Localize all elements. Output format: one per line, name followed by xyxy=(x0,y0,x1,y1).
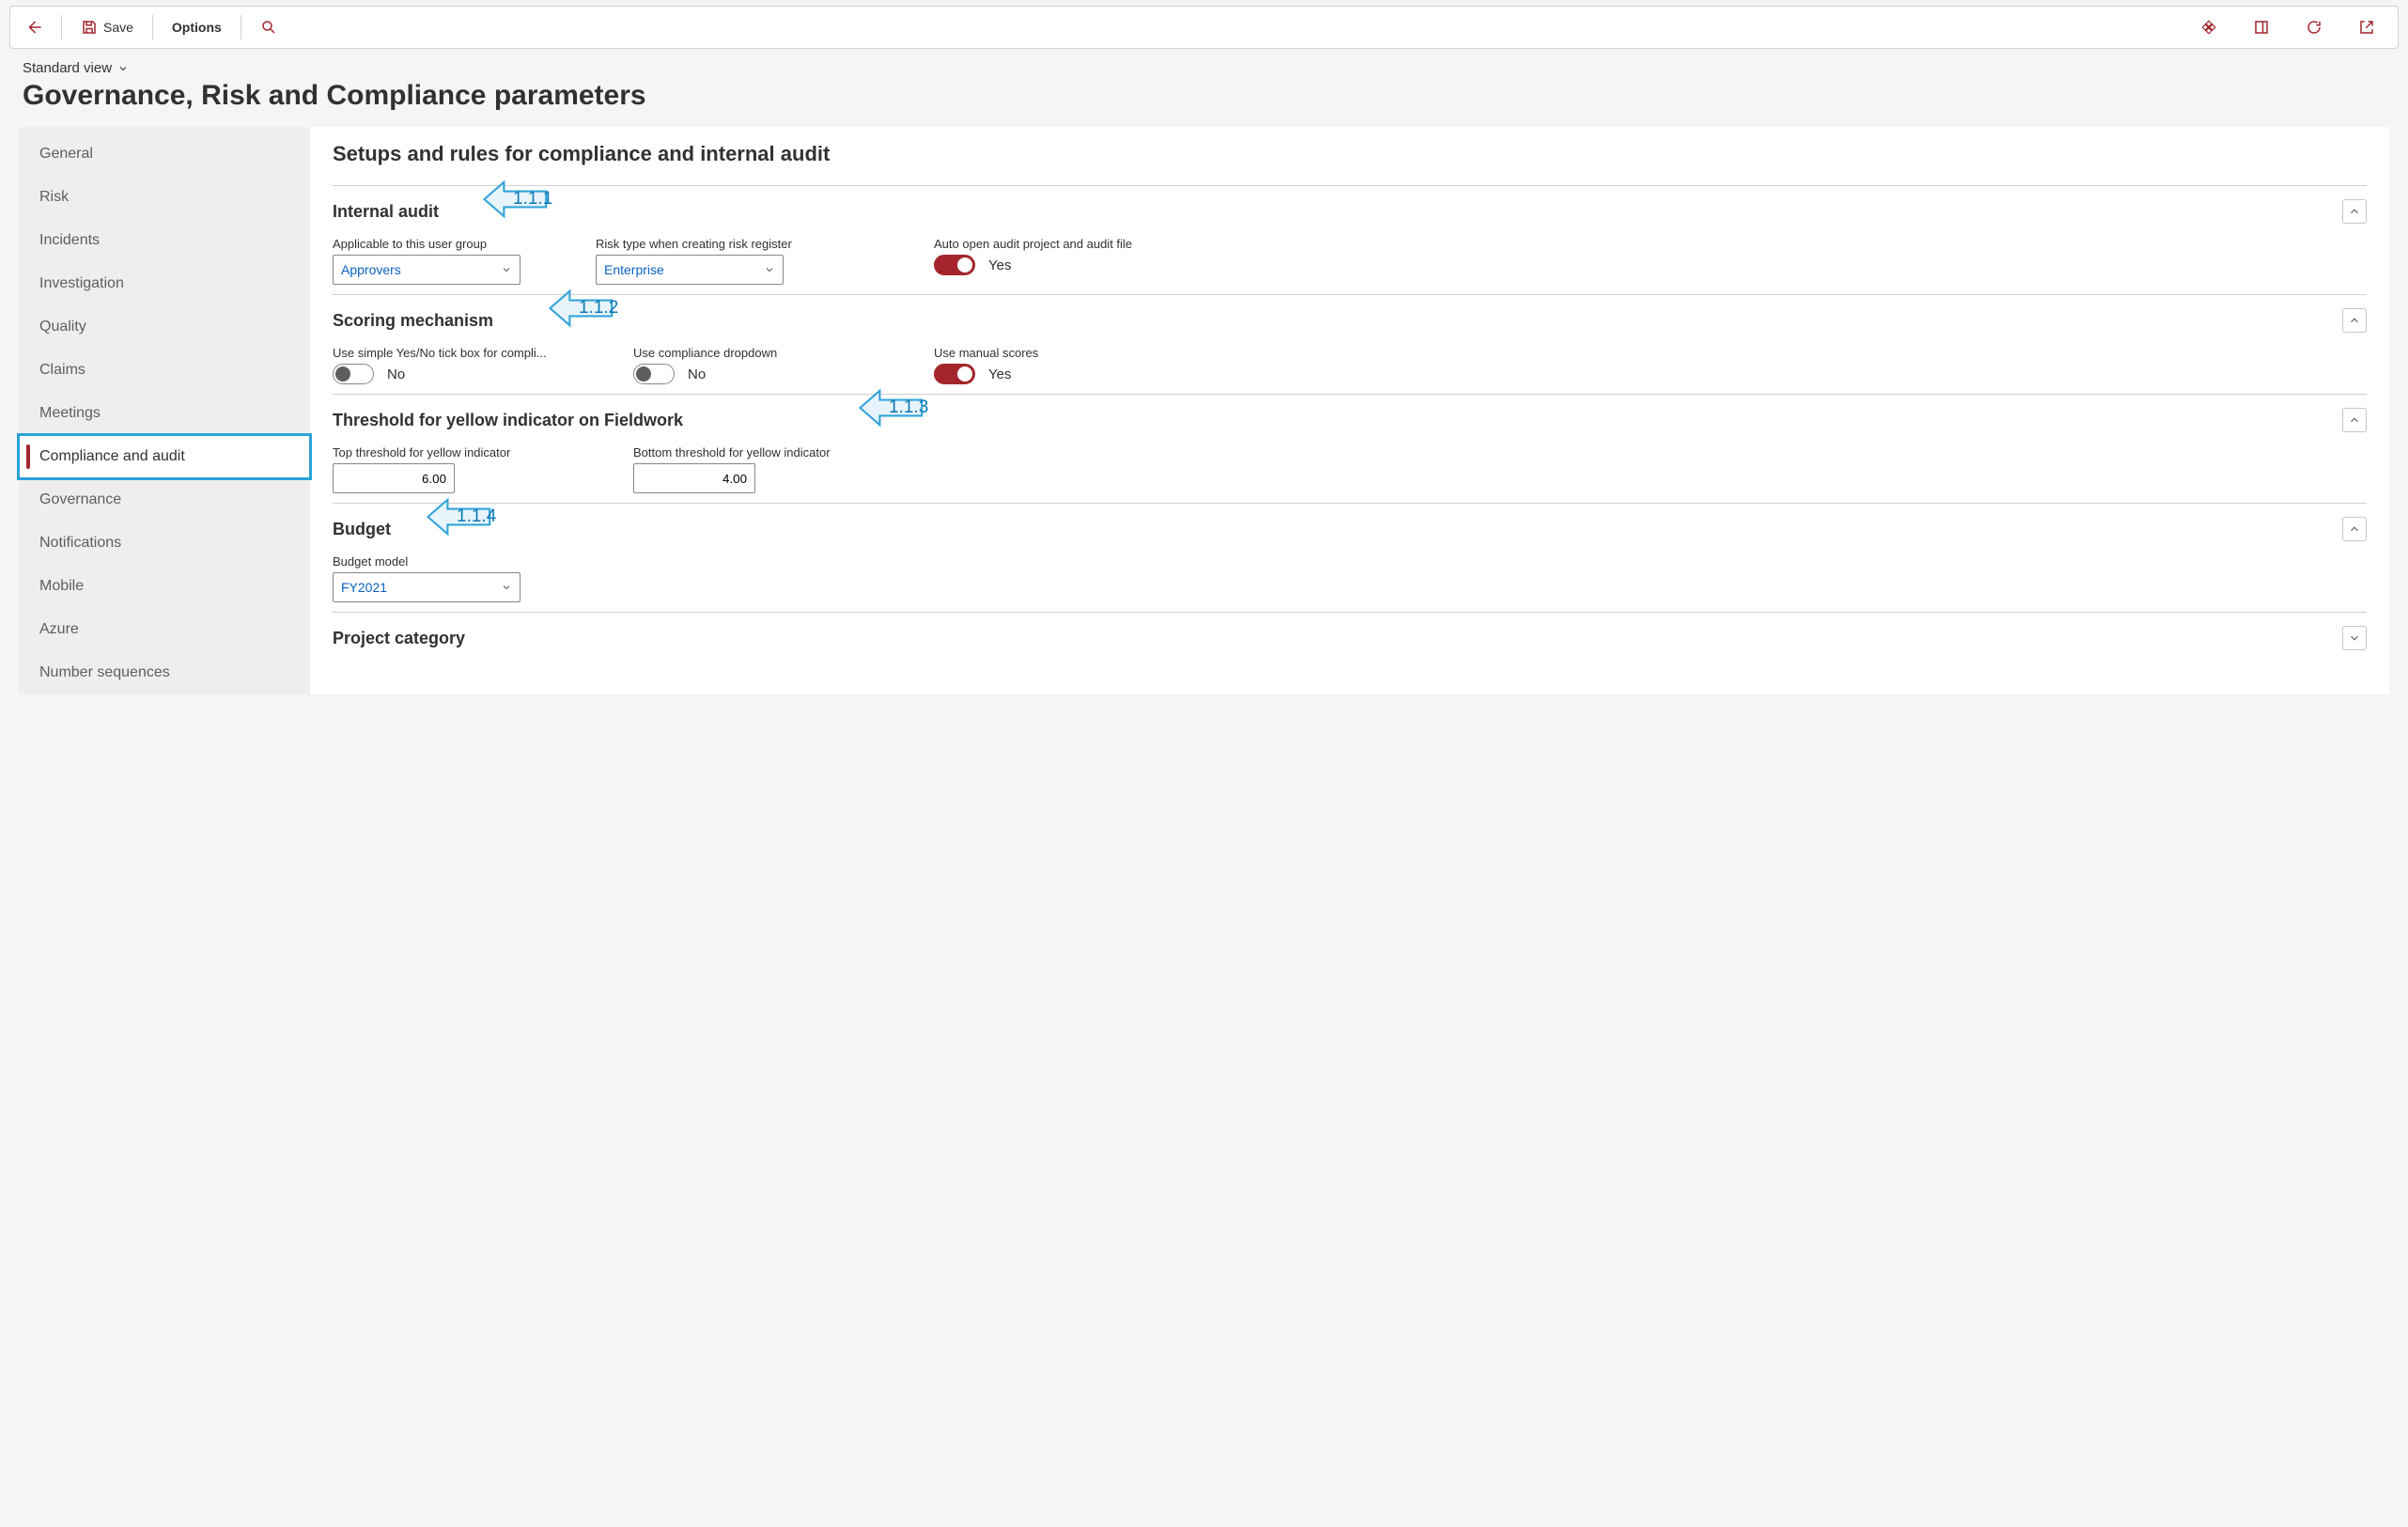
popout-icon xyxy=(2358,19,2375,36)
chevron-down-icon xyxy=(764,264,775,275)
compliance-dropdown-toggle[interactable] xyxy=(633,364,675,384)
sidebar-item-incidents[interactable]: Incidents xyxy=(19,219,310,262)
field-budget-model: Budget model FY2021 xyxy=(333,554,558,602)
section-internal-audit: 1.1.1 Internal audit Applicable to this … xyxy=(333,185,2367,294)
section-title: Scoring mechanism xyxy=(333,311,493,331)
options-button[interactable]: Options xyxy=(163,14,231,40)
user-group-select[interactable]: Approvers xyxy=(333,255,520,285)
toolbar: Save Options xyxy=(9,6,2399,49)
sidebar: General Risk Incidents Investigation Qua… xyxy=(19,127,310,694)
select-value: Enterprise xyxy=(604,262,664,277)
options-label: Options xyxy=(172,20,222,35)
field-compliance-dropdown: Use compliance dropdown No xyxy=(633,346,896,384)
chevron-down-icon xyxy=(501,264,512,275)
side-panel-button[interactable] xyxy=(2244,13,2279,41)
field-top-threshold: Top threshold for yellow indicator xyxy=(333,445,596,493)
save-icon xyxy=(81,19,98,36)
chevron-down-icon xyxy=(2348,631,2361,645)
section-project-category: Project category xyxy=(333,612,2367,660)
view-label: Standard view xyxy=(23,60,112,76)
section-scoring: 1.1.2 Scoring mechanism Use simple Yes/N… xyxy=(333,294,2367,394)
chevron-up-icon xyxy=(2348,205,2361,218)
section-title: Project category xyxy=(333,629,465,648)
expand-button[interactable] xyxy=(2342,626,2367,650)
collapse-button[interactable] xyxy=(2342,517,2367,541)
sidebar-item-general[interactable]: General xyxy=(19,132,310,176)
sidebar-item-notifications[interactable]: Notifications xyxy=(19,522,310,565)
panel-icon xyxy=(2253,19,2270,36)
sidebar-item-claims[interactable]: Claims xyxy=(19,349,310,392)
manual-scores-toggle[interactable] xyxy=(934,364,975,384)
section-title: Internal audit xyxy=(333,202,439,222)
content-pane: Setups and rules for compliance and inte… xyxy=(310,127,2389,694)
bottom-threshold-input[interactable] xyxy=(633,463,755,493)
section-title: Threshold for yellow indicator on Fieldw… xyxy=(333,411,683,430)
search-icon xyxy=(260,19,277,36)
field-label: Risk type when creating risk register xyxy=(596,237,896,251)
collapse-button[interactable] xyxy=(2342,408,2367,432)
toggle-value: No xyxy=(688,366,706,382)
chevron-up-icon xyxy=(2348,314,2361,327)
collapse-button[interactable] xyxy=(2342,308,2367,333)
select-value: FY2021 xyxy=(341,580,387,595)
auto-open-toggle[interactable] xyxy=(934,255,975,275)
field-auto-open: Auto open audit project and audit file Y… xyxy=(934,237,1159,285)
chevron-down-icon xyxy=(501,582,512,593)
section-threshold: 1.1.3 Threshold for yellow indicator on … xyxy=(333,394,2367,503)
refresh-icon xyxy=(2306,19,2323,36)
field-label: Budget model xyxy=(333,554,558,569)
page-header: Standard view Governance, Risk and Compl… xyxy=(0,49,2408,119)
toggle-value: No xyxy=(387,366,405,382)
toolbar-separator xyxy=(61,15,62,39)
save-button[interactable]: Save xyxy=(71,13,143,41)
refresh-button[interactable] xyxy=(2296,13,2332,41)
chevron-up-icon xyxy=(2348,522,2361,536)
field-label: Use compliance dropdown xyxy=(633,346,896,360)
sidebar-item-meetings[interactable]: Meetings xyxy=(19,392,310,435)
sidebar-item-governance[interactable]: Governance xyxy=(19,478,310,522)
field-label: Applicable to this user group xyxy=(333,237,558,251)
field-label: Use simple Yes/No tick box for compli... xyxy=(333,346,596,360)
app-switcher-button[interactable] xyxy=(2191,13,2227,41)
toggle-value: Yes xyxy=(988,257,1011,273)
back-button[interactable] xyxy=(16,13,52,41)
sidebar-item-investigation[interactable]: Investigation xyxy=(19,262,310,305)
select-value: Approvers xyxy=(341,262,401,277)
section-title: Budget xyxy=(333,520,391,539)
field-risk-type: Risk type when creating risk register En… xyxy=(596,237,896,285)
risk-type-select[interactable]: Enterprise xyxy=(596,255,784,285)
back-arrow-icon xyxy=(25,19,42,36)
field-user-group: Applicable to this user group Approvers xyxy=(333,237,558,285)
sidebar-item-mobile[interactable]: Mobile xyxy=(19,565,310,608)
chevron-down-icon xyxy=(117,63,129,74)
diamond-grid-icon xyxy=(2200,19,2217,36)
save-label: Save xyxy=(103,20,133,35)
sidebar-item-risk[interactable]: Risk xyxy=(19,176,310,219)
sidebar-item-quality[interactable]: Quality xyxy=(19,305,310,349)
page-title: Governance, Risk and Compliance paramete… xyxy=(23,80,2385,112)
field-bottom-threshold: Bottom threshold for yellow indicator xyxy=(633,445,896,493)
top-threshold-input[interactable] xyxy=(333,463,455,493)
field-label: Auto open audit project and audit file xyxy=(934,237,1159,251)
field-label: Top threshold for yellow indicator xyxy=(333,445,596,460)
tickbox-toggle[interactable] xyxy=(333,364,374,384)
sidebar-item-azure[interactable]: Azure xyxy=(19,608,310,651)
search-button[interactable] xyxy=(251,13,287,41)
sidebar-item-compliance-audit[interactable]: Compliance and audit xyxy=(19,435,310,478)
view-switcher[interactable]: Standard view xyxy=(23,60,129,76)
section-budget: 1.1.4 Budget Budget model FY2021 xyxy=(333,503,2367,612)
collapse-button[interactable] xyxy=(2342,199,2367,224)
content-title: Setups and rules for compliance and inte… xyxy=(333,142,2367,166)
budget-model-select[interactable]: FY2021 xyxy=(333,572,520,602)
toggle-value: Yes xyxy=(988,366,1011,382)
popout-button[interactable] xyxy=(2349,13,2385,41)
sidebar-item-number-sequences[interactable]: Number sequences xyxy=(19,651,310,694)
chevron-up-icon xyxy=(2348,413,2361,427)
field-tickbox: Use simple Yes/No tick box for compli...… xyxy=(333,346,596,384)
field-manual-scores: Use manual scores Yes xyxy=(934,346,1159,384)
field-label: Bottom threshold for yellow indicator xyxy=(633,445,896,460)
field-label: Use manual scores xyxy=(934,346,1159,360)
toolbar-separator xyxy=(152,15,153,39)
body: General Risk Incidents Investigation Qua… xyxy=(19,127,2389,694)
